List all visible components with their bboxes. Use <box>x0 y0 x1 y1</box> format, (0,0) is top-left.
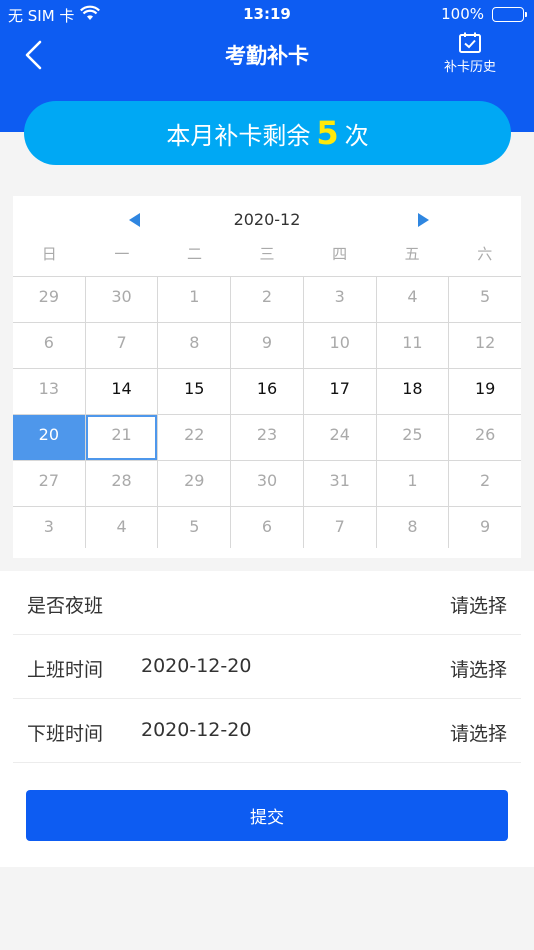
calendar-day[interactable]: 6 <box>231 507 303 552</box>
calendar-day[interactable]: 28 <box>85 461 158 506</box>
back-button[interactable] <box>18 38 52 72</box>
calendar: 2020-12 日 一 二 三 四 五 六 29 30 1 2 3 4 5 6 7 8 9 10 11 1… <box>13 196 521 558</box>
calendar-day[interactable]: 30 <box>85 277 158 322</box>
calendar-day[interactable]: 4 <box>85 507 158 552</box>
calendar-day[interactable]: 1 <box>158 277 231 322</box>
calendar-day[interactable]: 24 <box>303 415 376 460</box>
calendar-day[interactable]: 16 <box>231 369 303 414</box>
night-shift-label: 是否夜班 <box>27 595 104 617</box>
calendar-day[interactable]: 14 <box>85 369 158 414</box>
calendar-day[interactable]: 1 <box>376 461 449 506</box>
calendar-day[interactable]: 3 <box>13 507 85 552</box>
start-time-label: 上班时间 <box>27 659 104 681</box>
calendar-day[interactable]: 12 <box>449 323 521 368</box>
calendar-day[interactable]: 30 <box>231 461 303 506</box>
end-time-label: 下班时间 <box>27 723 104 745</box>
calendar-day[interactable]: 9 <box>449 507 521 552</box>
calendar-day[interactable]: 21 <box>85 415 158 460</box>
weekday-label: 日 <box>41 245 57 263</box>
battery-percent: 100% <box>441 5 484 23</box>
calendar-day[interactable]: 17 <box>303 369 376 414</box>
start-time-date: 2020-12-20 <box>141 655 252 677</box>
calendar-day[interactable]: 20 <box>13 415 85 460</box>
calendar-day[interactable]: 7 <box>303 507 376 552</box>
status-bar: 无 SIM 卡 13:19 100% <box>0 0 534 28</box>
calendar-day[interactable]: 9 <box>231 323 303 368</box>
end-time-select[interactable]: 请选择 <box>450 719 507 746</box>
calendar-day[interactable]: 25 <box>376 415 449 460</box>
calendar-day[interactable]: 7 <box>85 323 158 368</box>
calendar-day[interactable]: 15 <box>158 369 231 414</box>
calendar-day[interactable]: 3 <box>303 277 376 322</box>
history-button[interactable]: 补卡历史 <box>436 32 504 75</box>
calendar-day[interactable]: 31 <box>303 461 376 506</box>
start-time-select[interactable]: 请选择 <box>450 655 507 682</box>
calendar-day[interactable]: 13 <box>13 369 85 414</box>
calendar-day[interactable]: 26 <box>449 415 521 460</box>
night-shift-select[interactable]: 请选择 <box>450 591 507 618</box>
end-time-row[interactable]: 下班时间 2020-12-20 请选择 <box>13 699 521 763</box>
calendar-day[interactable]: 5 <box>158 507 231 552</box>
start-time-row[interactable]: 上班时间 2020-12-20 请选择 <box>13 635 521 699</box>
calendar-day[interactable]: 5 <box>449 277 521 322</box>
calendar-day[interactable]: 18 <box>376 369 449 414</box>
night-shift-row[interactable]: 是否夜班 请选择 <box>13 571 521 635</box>
quota-prefix: 本月补卡剩余 <box>166 122 311 150</box>
calendar-day[interactable]: 2 <box>231 277 303 322</box>
calendar-day[interactable]: 2 <box>449 461 521 506</box>
weekday-label: 四 <box>332 245 348 263</box>
quota-suffix: 次 <box>344 122 369 150</box>
calendar-day[interactable]: 6 <box>13 323 85 368</box>
calendar-day[interactable]: 23 <box>231 415 303 460</box>
calendar-day[interactable]: 29 <box>13 277 85 322</box>
weekday-label: 三 <box>259 245 275 263</box>
chevron-left-icon <box>25 40 42 70</box>
calendar-grid: 29 30 1 2 3 4 5 6 7 8 9 10 11 12 13 14 15 16 17 18 19 20 21 22 2… <box>13 276 521 552</box>
history-label: 补卡历史 <box>443 60 496 75</box>
weekday-row: 日 一 二 三 四 五 六 <box>13 242 521 274</box>
calendar-day[interactable]: 19 <box>449 369 521 414</box>
quota-banner: 本月补卡剩余 5 次 <box>24 101 511 165</box>
calendar-day[interactable]: 4 <box>376 277 449 322</box>
calendar-check-icon <box>459 32 481 53</box>
weekday-label: 二 <box>186 245 202 263</box>
calendar-day[interactable]: 29 <box>158 461 231 506</box>
weekday-label: 一 <box>114 245 130 263</box>
calendar-day[interactable]: 8 <box>376 507 449 552</box>
calendar-day[interactable]: 11 <box>376 323 449 368</box>
calendar-month: 2020-12 <box>233 210 301 229</box>
calendar-day[interactable]: 22 <box>158 415 231 460</box>
end-time-date: 2020-12-20 <box>141 719 252 741</box>
weekday-label: 五 <box>404 245 420 263</box>
calendar-day[interactable]: 8 <box>158 323 231 368</box>
calendar-day[interactable]: 27 <box>13 461 85 506</box>
quota-count: 5 <box>316 114 339 152</box>
weekday-label: 六 <box>477 245 493 263</box>
next-month-button[interactable] <box>418 213 429 227</box>
calendar-day[interactable]: 10 <box>303 323 376 368</box>
submit-button[interactable]: 提交 <box>26 790 508 841</box>
calendar-header: 2020-12 <box>13 196 521 238</box>
battery-icon <box>492 7 527 22</box>
